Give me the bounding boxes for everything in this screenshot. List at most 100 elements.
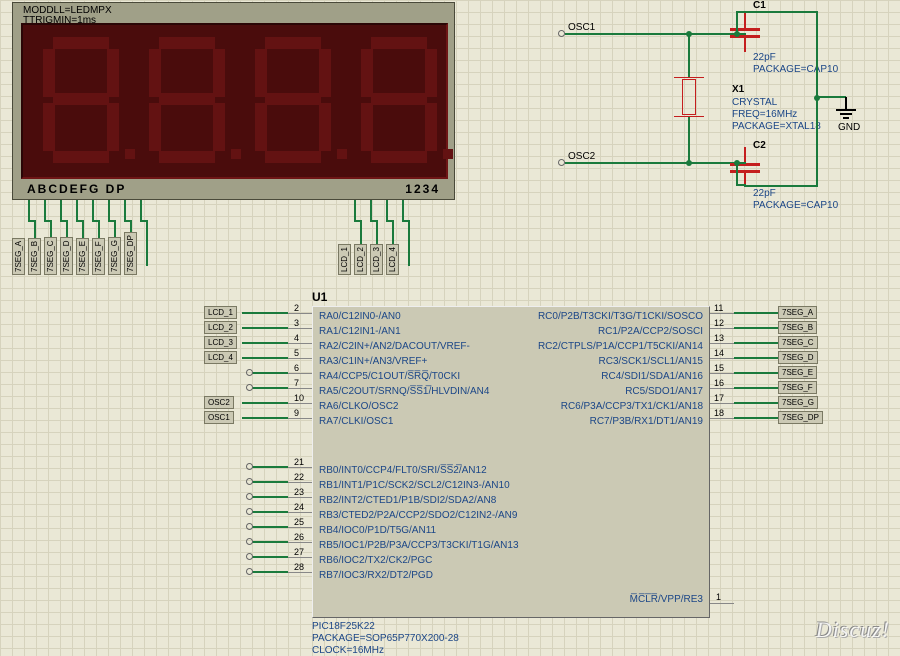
pin-name: RC7/P3B/RX1/DT1/AN19 bbox=[590, 416, 703, 427]
wire bbox=[252, 496, 288, 498]
pin-num: 23 bbox=[294, 487, 304, 497]
pin-name: RC2/CTPLS/P1A/CCP1/T5CKI/AN14 bbox=[538, 341, 703, 352]
net-label: 7SEG_G bbox=[778, 396, 818, 409]
junction bbox=[734, 160, 740, 166]
pin-name: RB1/INT1/P1C/SCK2/SCL2/C12IN3-/AN10 bbox=[319, 480, 510, 491]
net-label: 7SEG_DP bbox=[778, 411, 823, 424]
c2-pkg: PACKAGE=CAP10 bbox=[753, 200, 838, 211]
wire bbox=[252, 372, 288, 374]
wire bbox=[688, 117, 690, 164]
pin-name: RB2/INT2/CTED1/P1B/SDI2/SDA2/AN8 bbox=[319, 495, 496, 506]
open-terminal bbox=[246, 538, 253, 545]
open-terminal bbox=[246, 553, 253, 560]
net-label: LCD_1 bbox=[338, 244, 351, 275]
digit-2 bbox=[147, 35, 227, 165]
pin-num: 25 bbox=[294, 517, 304, 527]
digit-3 bbox=[253, 35, 333, 165]
wire bbox=[242, 417, 288, 419]
net-label: 7SEG_B bbox=[778, 321, 817, 334]
wire bbox=[734, 387, 778, 389]
pin-stub bbox=[710, 388, 734, 389]
wire bbox=[744, 38, 746, 52]
digit-1 bbox=[41, 35, 121, 165]
pin-name: RC6/P3A/CCP3/TX1/CK1/AN18 bbox=[561, 401, 703, 412]
pin-num: 4 bbox=[294, 333, 299, 343]
pin-name: RA6/CLKO/OSC2 bbox=[319, 401, 398, 412]
pin-stub bbox=[710, 358, 734, 359]
wire bbox=[252, 511, 288, 513]
wire bbox=[734, 327, 778, 329]
pin-name: RC3/SCK1/SCL1/AN15 bbox=[599, 356, 704, 367]
c1-val: 22pF bbox=[753, 52, 776, 63]
pin-name: RA2/C2IN+/AN2/DACOUT/VREF- bbox=[319, 341, 470, 352]
wire bbox=[565, 33, 737, 35]
pin-num: 13 bbox=[714, 333, 724, 343]
crystal bbox=[674, 77, 704, 117]
pin-num: 16 bbox=[714, 378, 724, 388]
pin-stub bbox=[710, 603, 734, 604]
wire bbox=[92, 200, 94, 220]
terminal-osc2 bbox=[558, 159, 565, 166]
net-label: LCD_2 bbox=[354, 244, 367, 275]
pin-stub bbox=[288, 313, 312, 314]
pin-num: 10 bbox=[294, 393, 304, 403]
x1-pkg: PACKAGE=XTAL18 bbox=[732, 121, 821, 132]
net-label: LCD_4 bbox=[204, 351, 237, 364]
wire bbox=[744, 12, 746, 28]
net-label: 7SEG_F bbox=[778, 381, 817, 394]
wire bbox=[688, 33, 690, 77]
watermark: Discuz! bbox=[816, 617, 890, 643]
open-terminal bbox=[246, 384, 253, 391]
wire bbox=[252, 526, 288, 528]
net-label: 7SEG_G bbox=[108, 237, 121, 275]
pin-num: 11 bbox=[714, 303, 723, 313]
wire bbox=[734, 312, 778, 314]
pin-num: 2 bbox=[294, 303, 299, 313]
open-terminal bbox=[246, 568, 253, 575]
net-label: LCD_2 bbox=[204, 321, 237, 334]
pin-name: RA7/CLKI/OSC1 bbox=[319, 416, 393, 427]
wire bbox=[734, 402, 778, 404]
wire bbox=[242, 342, 288, 344]
net-label: 7SEG_E bbox=[76, 238, 89, 275]
junction bbox=[686, 160, 692, 166]
pin-name: RA1/C12IN1-/AN1 bbox=[319, 326, 401, 337]
pin-stub bbox=[288, 328, 312, 329]
c2-ref: C2 bbox=[753, 140, 766, 151]
pin-stub bbox=[288, 512, 312, 513]
junction bbox=[734, 31, 740, 37]
pin-num: 26 bbox=[294, 532, 304, 542]
pin-stub bbox=[288, 542, 312, 543]
pin-num: 7 bbox=[294, 378, 299, 388]
pin-stub bbox=[710, 313, 734, 314]
pin-num: 12 bbox=[714, 318, 724, 328]
ic-footer-1: PIC18F25K22 bbox=[312, 621, 375, 632]
net-label: 7SEG_A bbox=[12, 238, 25, 275]
wire bbox=[242, 312, 288, 314]
wire bbox=[354, 200, 356, 220]
pin-stub bbox=[288, 343, 312, 344]
pin-stub bbox=[710, 373, 734, 374]
pin-num: 24 bbox=[294, 502, 304, 512]
pin-stub bbox=[288, 557, 312, 558]
wire bbox=[734, 357, 778, 359]
pin-name: RA3/C1IN+/AN3/VREF+ bbox=[319, 356, 427, 367]
pin-name: RA0/C12IN0-/AN0 bbox=[319, 311, 401, 322]
net-label: 7SEG_F bbox=[92, 238, 105, 275]
ic-ref: U1 bbox=[312, 290, 327, 304]
wire bbox=[44, 200, 46, 220]
pin-num: 21 bbox=[294, 457, 304, 467]
pin-name: RB6/IOC2/TX2/CK2/PGC bbox=[319, 555, 432, 566]
net-osc2: OSC2 bbox=[568, 151, 595, 162]
wire bbox=[28, 200, 30, 220]
net-label: LCD_3 bbox=[204, 336, 237, 349]
wire bbox=[252, 466, 288, 468]
display-face bbox=[21, 23, 448, 179]
wire bbox=[252, 387, 288, 389]
net-label: 7SEG_B bbox=[28, 238, 41, 275]
c1-ref: C1 bbox=[753, 0, 766, 11]
net-label: LCD_4 bbox=[386, 244, 399, 275]
open-terminal bbox=[246, 463, 253, 470]
wire bbox=[242, 357, 288, 359]
net-label: 7SEG_C bbox=[778, 336, 818, 349]
